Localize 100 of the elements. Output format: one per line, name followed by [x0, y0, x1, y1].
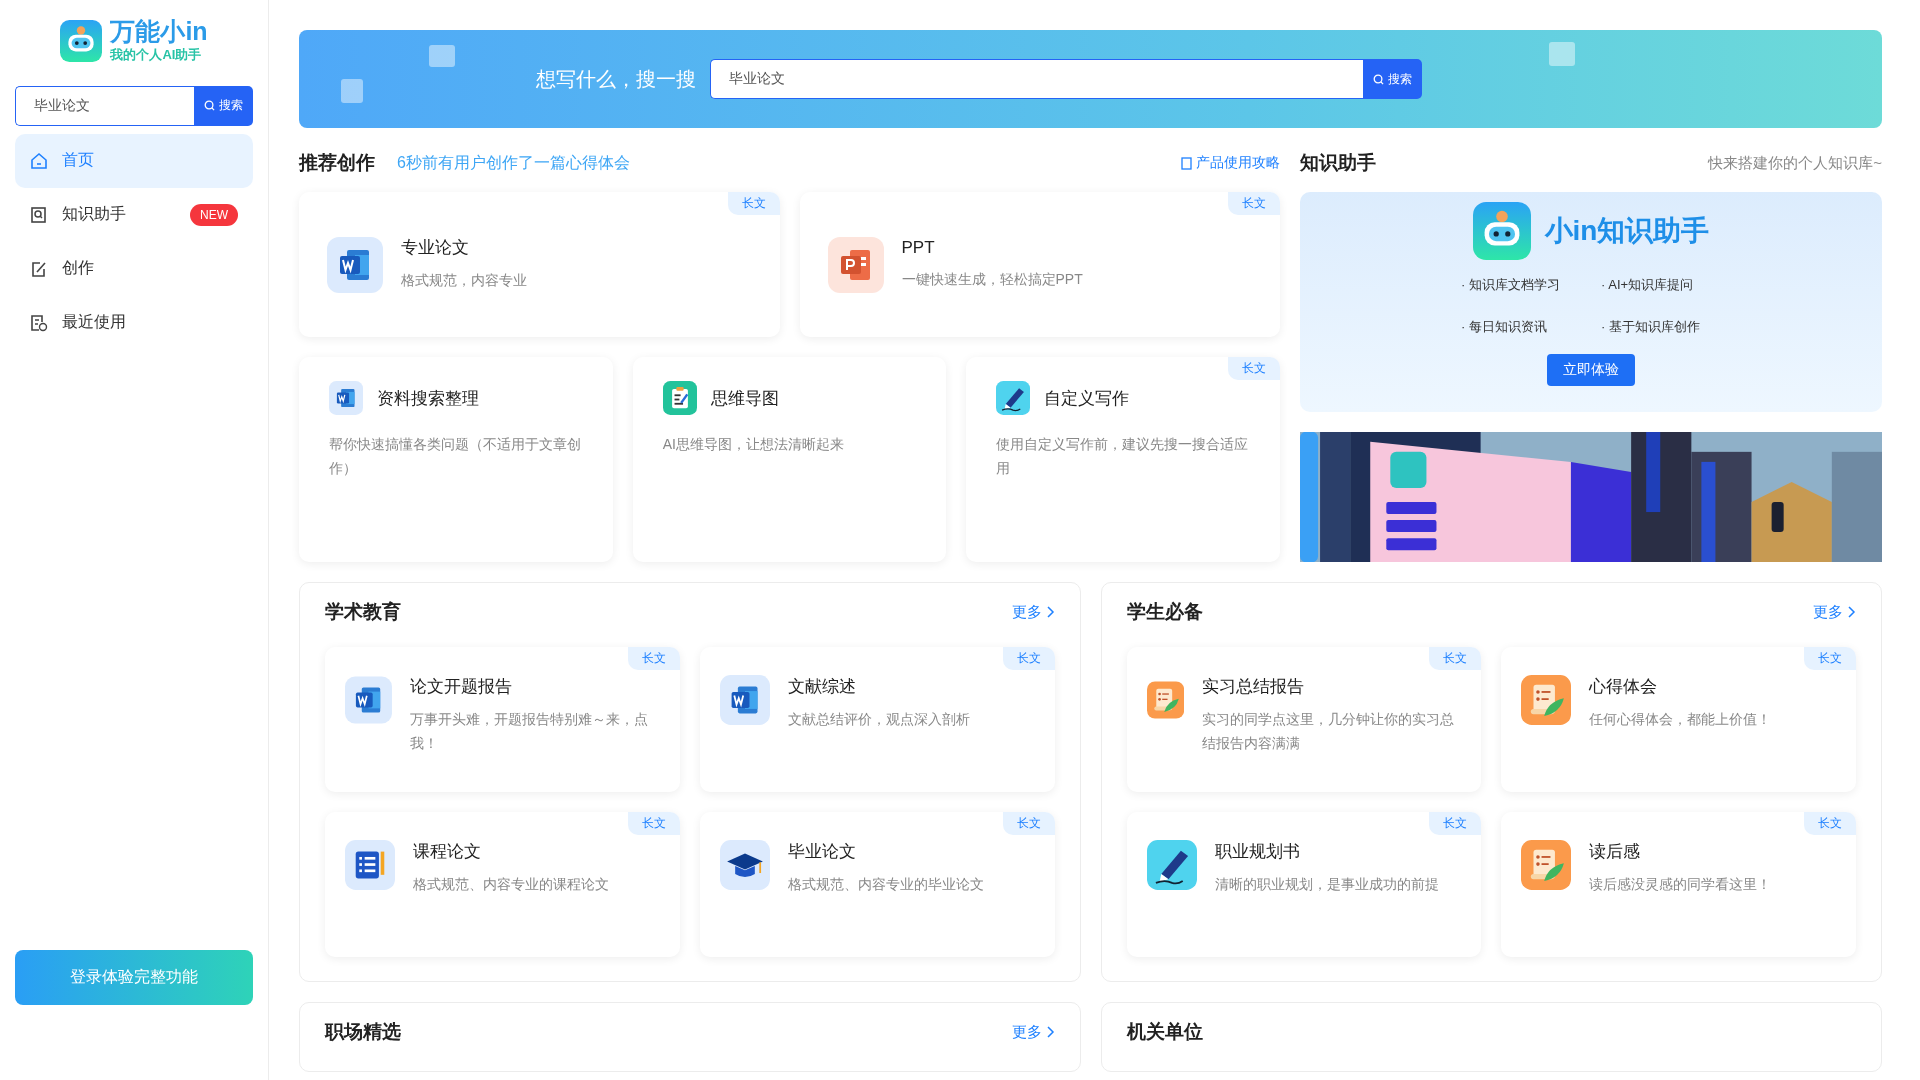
card-title: 自定义写作: [1044, 387, 1130, 410]
word-document-icon: [719, 675, 770, 725]
more-link[interactable]: 更多: [1011, 1022, 1055, 1042]
tool-card[interactable]: 长文 实习总结报告 实习的同学点这里，几分钟让你的实习总结报告内容满满: [1126, 647, 1482, 792]
long-form-tag: 长文: [1429, 812, 1482, 835]
section-subtitle: 快来搭建你的个人知识库~: [1708, 153, 1882, 173]
card-title: 读后感: [1589, 841, 1642, 863]
list-notebook-icon: [345, 840, 395, 890]
graduation-cap-icon: [719, 840, 770, 890]
robot-logo-icon: [60, 19, 103, 62]
card-description: 帮你快速搞懂各类问题（不适用于文章创作）: [329, 435, 582, 478]
tool-card[interactable]: 长文 专业论文 格式规范，内容专业: [299, 192, 780, 337]
search-icon: [204, 100, 215, 111]
search-prompt: 想写什么，搜一搜: [536, 66, 696, 92]
recent-document-icon: [30, 313, 48, 332]
card-description: 实习的同学点这里，几分钟让你的实习总结报告内容满满: [1201, 710, 1455, 753]
card-description: 格式规范，内容专业: [401, 271, 527, 291]
tool-card[interactable]: 长文 自定义写作 使用自定义写作前，建议先搜一搜合适应用: [966, 357, 1280, 562]
section-title: 推荐创作: [299, 151, 375, 175]
card-title: 职业规划书: [1214, 841, 1301, 863]
card-title: 思维导图: [710, 387, 779, 410]
card-description: 使用自定义写作前，建议先搜一搜合适应用: [996, 435, 1250, 478]
pen-icon: [996, 381, 1031, 415]
card-description: 读后感没灵感的同学看这里！: [1589, 875, 1772, 894]
card-title: 专业论文: [401, 237, 470, 260]
search-book-icon: [30, 205, 48, 224]
robot-logo-icon: [1472, 202, 1531, 260]
tool-card[interactable]: 长文 论文开题报告 万事开头难，开题报告特别难～来，点我！: [325, 647, 680, 792]
long-form-tag: 长文: [1804, 812, 1856, 835]
product-name: 小in知识助手: [1544, 214, 1710, 248]
edit-icon: [30, 259, 48, 278]
section-title: 学生必备: [1126, 600, 1203, 624]
word-document-icon: [327, 236, 383, 293]
tool-card[interactable]: 思维导图 AI思维导图，让想法清晰起来: [632, 357, 947, 562]
chevron-right-icon: [1045, 1026, 1055, 1038]
activity-ticker: 6秒前有用户创作了一篇心得体会: [397, 152, 631, 173]
search-field[interactable]: 毕业论文: [710, 59, 1363, 99]
search-button[interactable]: 搜索: [194, 85, 253, 126]
section-title: 知识助手: [1300, 151, 1376, 175]
long-form-tag: 长文: [1804, 647, 1856, 670]
long-form-tag: 长文: [1228, 192, 1280, 215]
feature-item: · 基于知识库创作: [1601, 318, 1701, 336]
search-field[interactable]: 毕业论文: [15, 85, 194, 126]
long-form-tag: 长文: [1002, 812, 1055, 835]
card-description: AI思维导图，让想法清晰起来: [662, 435, 845, 454]
tool-card[interactable]: 资料搜索整理 帮你快速搞懂各类问题（不适用于文章创作）: [299, 357, 613, 562]
more-link[interactable]: 更多: [1011, 602, 1055, 622]
slides-document-icon: [827, 236, 884, 293]
app-name: 万能小in: [110, 18, 208, 46]
long-form-tag: 长文: [727, 192, 780, 215]
card-title: 课程论文: [413, 841, 482, 863]
feature-item: · 每日知识资讯: [1461, 318, 1548, 336]
long-form-tag: 长文: [1002, 647, 1055, 670]
card-description: 格式规范、内容专业的毕业论文: [787, 875, 984, 894]
nav-item[interactable]: 创作: [15, 241, 253, 296]
scroll-feather-icon: [1521, 840, 1572, 890]
tool-card[interactable]: 长文 读后感 读后感没灵感的同学看这里！: [1501, 812, 1856, 957]
card-description: 清晰的职业规划，是事业成功的前提: [1214, 875, 1439, 894]
feature-item: · AI+知识库提问: [1601, 276, 1695, 294]
nav-item[interactable]: 知识助手 NEW: [15, 187, 253, 242]
long-form-tag: 长文: [1429, 647, 1482, 670]
card-title: 文献综述: [787, 676, 857, 698]
app-slogan: 我的个人AI助手: [110, 45, 203, 64]
scroll-feather-icon: [1521, 675, 1572, 725]
nav-item[interactable]: 最近使用: [15, 295, 253, 350]
home-icon: [30, 151, 48, 170]
card-title: 资料搜索整理: [377, 387, 479, 410]
card-description: 万事开头难，开题报告特别难～来，点我！: [409, 710, 649, 753]
try-now-button[interactable]: 立即体验: [1547, 354, 1635, 386]
long-form-tag: 长文: [627, 647, 680, 670]
tool-card[interactable]: 长文 职业规划书 清晰的职业规划，是事业成功的前提: [1126, 812, 1482, 957]
tool-card[interactable]: 长文 文献综述 文献总结评价，观点深入剖析: [699, 647, 1055, 792]
new-badge: NEW: [190, 203, 238, 226]
word-document-icon: [345, 675, 392, 725]
card-description: 任何心得体会，都能上价值！: [1589, 710, 1772, 729]
card-description: 格式规范、内容专业的课程论文: [413, 875, 609, 894]
card-title: 实习总结报告: [1201, 676, 1305, 698]
tool-card[interactable]: 长文 课程论文 格式规范、内容专业的课程论文: [325, 812, 680, 957]
feature-item: · 知识库文档学习: [1461, 276, 1561, 294]
chevron-right-icon: [1045, 606, 1055, 618]
long-form-tag: 长文: [627, 812, 680, 835]
guide-link[interactable]: 产品使用攻略: [1181, 154, 1280, 172]
search-button[interactable]: 搜索: [1363, 59, 1422, 99]
tool-card[interactable]: 长文 心得体会 任何心得体会，都能上价值！: [1501, 647, 1856, 792]
pen-icon: [1146, 840, 1197, 890]
tool-card[interactable]: 长文 PPT 一键快速生成，轻松搞定PPT: [799, 192, 1280, 337]
word-document-icon: [329, 381, 363, 415]
section-title: 职场精选: [325, 1020, 401, 1044]
section-title: 学术教育: [325, 600, 401, 624]
more-link[interactable]: 更多: [1813, 602, 1856, 622]
tool-card[interactable]: 长文 毕业论文 格式规范、内容专业的毕业论文: [699, 812, 1055, 957]
card-description: 文献总结评价，观点深入剖析: [787, 710, 970, 729]
section-title: 机关单位: [1126, 1020, 1203, 1044]
card-title: 毕业论文: [787, 841, 857, 863]
card-title: 心得体会: [1589, 676, 1659, 698]
chevron-right-icon: [1847, 606, 1856, 618]
search-icon: [1373, 73, 1384, 85]
card-title: 论文开题报告: [409, 676, 513, 698]
long-form-tag: 长文: [1228, 357, 1280, 380]
card-title: PPT: [901, 237, 936, 258]
